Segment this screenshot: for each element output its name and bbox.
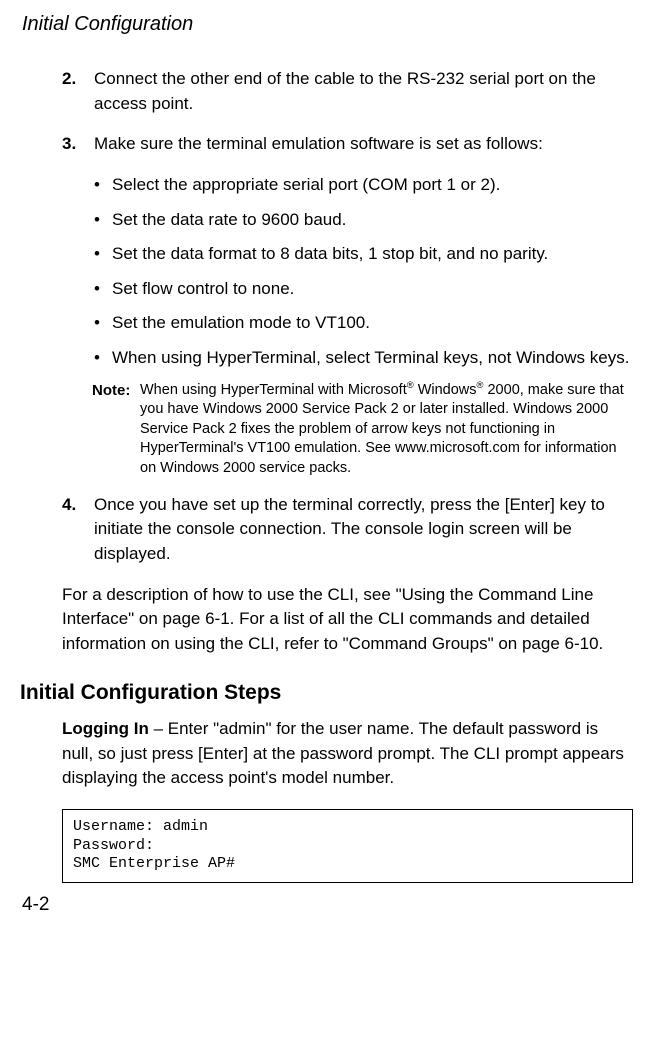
running-header: Initial Configuration [22, 10, 639, 39]
bullet-item: • Set the data rate to 9600 baud. [94, 208, 633, 233]
bullet-marker: • [94, 311, 112, 336]
registered-mark-icon: ® [407, 379, 414, 390]
step-4-text: Once you have set up the terminal correc… [94, 493, 633, 567]
step-3-text: Make sure the terminal emulation softwar… [94, 132, 633, 157]
bullet-text: Select the appropriate serial port (COM … [112, 173, 633, 198]
bullet-text: Set the emulation mode to VT100. [112, 311, 633, 336]
bullet-text: Set flow control to none. [112, 277, 633, 302]
note-text-mid: Windows [414, 382, 477, 398]
cli-reference-paragraph: For a description of how to use the CLI,… [62, 583, 633, 657]
logging-in-label: Logging In [62, 719, 149, 738]
bullet-text: Set the data rate to 9600 baud. [112, 208, 633, 233]
step-2: 2. Connect the other end of the cable to… [62, 67, 633, 116]
bullet-text: When using HyperTerminal, select Termina… [112, 346, 633, 371]
note-block: Note: When using HyperTerminal with Micr… [92, 381, 633, 479]
step-2-text: Connect the other end of the cable to th… [94, 67, 633, 116]
step-2-number: 2. [62, 67, 94, 116]
step-4: 4. Once you have set up the terminal cor… [62, 493, 633, 567]
bullet-item: • Select the appropriate serial port (CO… [94, 173, 633, 198]
bullet-item: • Set the data format to 8 data bits, 1 … [94, 242, 633, 267]
bullet-marker: • [94, 242, 112, 267]
bullet-marker: • [94, 173, 112, 198]
section-heading: Initial Configuration Steps [20, 678, 639, 708]
page-number: 4-2 [22, 891, 639, 919]
bullet-marker: • [94, 346, 112, 371]
bullet-marker: • [94, 208, 112, 233]
note-label: Note: [92, 381, 140, 479]
bullet-item: • Set the emulation mode to VT100. [94, 311, 633, 336]
step-3: 3. Make sure the terminal emulation soft… [62, 132, 633, 157]
bullet-item: • When using HyperTerminal, select Termi… [94, 346, 633, 371]
bullet-marker: • [94, 277, 112, 302]
note-text-pre: When using HyperTerminal with Microsoft [140, 382, 407, 398]
logging-in-paragraph: Logging In – Enter "admin" for the user … [62, 717, 633, 791]
step-3-bullets: • Select the appropriate serial port (CO… [94, 173, 633, 371]
step-4-number: 4. [62, 493, 94, 567]
terminal-output: Username: admin Password: SMC Enterprise… [62, 809, 633, 883]
note-body: When using HyperTerminal with Microsoft®… [140, 381, 633, 479]
step-3-number: 3. [62, 132, 94, 157]
bullet-item: • Set flow control to none. [94, 277, 633, 302]
bullet-text: Set the data format to 8 data bits, 1 st… [112, 242, 633, 267]
